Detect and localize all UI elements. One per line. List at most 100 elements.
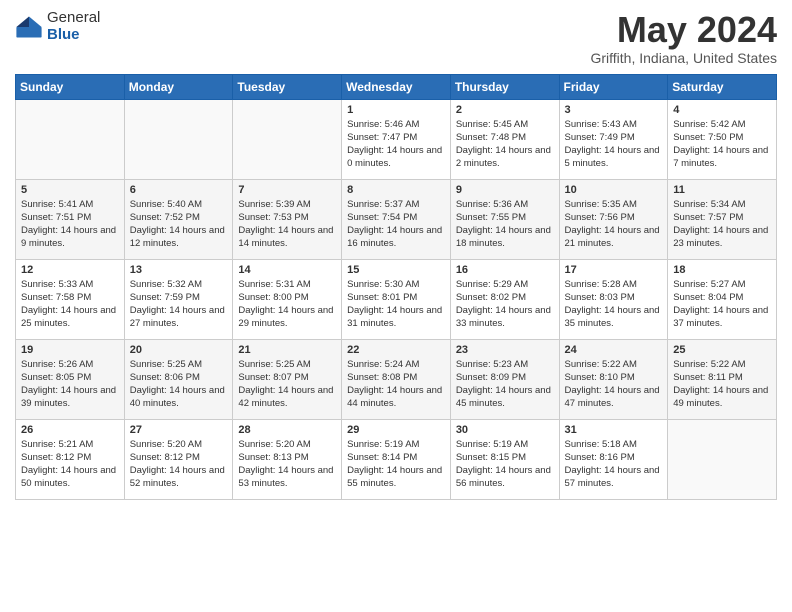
calendar-day-cell: 9Sunrise: 5:36 AMSunset: 7:55 PMDaylight… xyxy=(450,179,559,259)
calendar-day-cell: 20 Sunrise: 5:25 AMSunset: 8:06 PMDayligh… xyxy=(124,339,233,419)
calendar-day-cell: 6Sunrise: 5:40 AMSunset: 7:52 PMDaylight… xyxy=(124,179,233,259)
header-day: Wednesday xyxy=(342,74,451,99)
day-detail: Sunrise: 5:34 AMSunset: 7:57 PMDaylight:… xyxy=(673,198,771,251)
day-detail: Sunrise: 5:27 AMSunset: 8:04 PMDaylight:… xyxy=(673,278,771,331)
day-number: 27 xyxy=(130,424,228,436)
day-number: 3 xyxy=(565,104,663,116)
day-number: 15 xyxy=(347,264,445,276)
calendar-day-cell: 26 Sunrise: 5:21 AMSunset: 8:12 PMDayligh… xyxy=(16,419,125,499)
day-number: 13 xyxy=(130,264,228,276)
day-detail: Sunrise: 5:35 AMSunset: 7:56 PMDaylight:… xyxy=(565,198,663,251)
day-detail: Sunrise: 5:24 AMSunset: 8:08 PMDaylight:… xyxy=(347,358,445,411)
calendar-day-cell xyxy=(124,99,233,179)
calendar-day-cell: 18 Sunrise: 5:27 AMSunset: 8:04 PMDayligh… xyxy=(668,259,777,339)
day-detail: Sunrise: 5:45 AMSunset: 7:48 PMDaylight:… xyxy=(456,118,554,171)
day-detail: Sunrise: 5:33 AMSunset: 7:58 PMDaylight:… xyxy=(21,278,119,331)
calendar-day-cell: 22 Sunrise: 5:24 AMSunset: 8:08 PMDayligh… xyxy=(342,339,451,419)
day-number: 11 xyxy=(673,184,771,196)
day-number: 19 xyxy=(21,344,119,356)
day-number: 5 xyxy=(21,184,119,196)
calendar-day-cell: 17 Sunrise: 5:28 AMSunset: 8:03 PMDayligh… xyxy=(559,259,668,339)
calendar-day-cell: 31 Sunrise: 5:18 AMSunset: 8:16 PMDayligh… xyxy=(559,419,668,499)
calendar-header: SundayMondayTuesdayWednesdayThursdayFrid… xyxy=(16,74,777,99)
day-detail: Sunrise: 5:19 AMSunset: 8:15 PMDaylight:… xyxy=(456,438,554,491)
day-detail: Sunrise: 5:21 AMSunset: 8:12 PMDaylight:… xyxy=(21,438,119,491)
calendar-subtitle: Griffith, Indiana, United States xyxy=(590,50,777,66)
day-detail: Sunrise: 5:37 AMSunset: 7:54 PMDaylight:… xyxy=(347,198,445,251)
day-number: 25 xyxy=(673,344,771,356)
day-number: 4 xyxy=(673,104,771,116)
calendar-day-cell: 7Sunrise: 5:39 AMSunset: 7:53 PMDaylight… xyxy=(233,179,342,259)
day-number: 16 xyxy=(456,264,554,276)
calendar-day-cell xyxy=(668,419,777,499)
calendar-day-cell: 16Sunrise: 5:29 AMSunset: 8:02 PMDayligh… xyxy=(450,259,559,339)
calendar-day-cell: 25Sunrise: 5:22 AMSunset: 8:11 PMDayligh… xyxy=(668,339,777,419)
day-number: 26 xyxy=(21,424,119,436)
calendar-week-row: 5Sunrise: 5:41 AMSunset: 7:51 PMDaylight… xyxy=(16,179,777,259)
calendar-day-cell: 21 Sunrise: 5:25 AMSunset: 8:07 PMDayligh… xyxy=(233,339,342,419)
day-number: 18 xyxy=(673,264,771,276)
day-number: 2 xyxy=(456,104,554,116)
calendar-day-cell: 2 Sunrise: 5:45 AMSunset: 7:48 PMDaylight… xyxy=(450,99,559,179)
logo: General Blue xyxy=(15,10,100,43)
calendar-day-cell: 19 Sunrise: 5:26 AMSunset: 8:05 PMDayligh… xyxy=(16,339,125,419)
day-number: 28 xyxy=(238,424,336,436)
calendar-day-cell: 12Sunrise: 5:33 AMSunset: 7:58 PMDayligh… xyxy=(16,259,125,339)
calendar-week-row: 26 Sunrise: 5:21 AMSunset: 8:12 PMDayligh… xyxy=(16,419,777,499)
day-detail: Sunrise: 5:46 AMSunset: 7:47 PMDaylight:… xyxy=(347,118,445,171)
calendar-day-cell xyxy=(16,99,125,179)
header-day: Tuesday xyxy=(233,74,342,99)
calendar-day-cell: 11 Sunrise: 5:34 AMSunset: 7:57 PMDayligh… xyxy=(668,179,777,259)
calendar-day-cell: 24Sunrise: 5:22 AMSunset: 8:10 PMDayligh… xyxy=(559,339,668,419)
day-number: 29 xyxy=(347,424,445,436)
calendar-day-cell xyxy=(233,99,342,179)
day-detail: Sunrise: 5:39 AMSunset: 7:53 PMDaylight:… xyxy=(238,198,336,251)
day-detail: Sunrise: 5:40 AMSunset: 7:52 PMDaylight:… xyxy=(130,198,228,251)
logo-text: General Blue xyxy=(47,10,100,43)
header-row: SundayMondayTuesdayWednesdayThursdayFrid… xyxy=(16,74,777,99)
calendar-week-row: 19 Sunrise: 5:26 AMSunset: 8:05 PMDayligh… xyxy=(16,339,777,419)
day-number: 22 xyxy=(347,344,445,356)
day-detail: Sunrise: 5:43 AMSunset: 7:49 PMDaylight:… xyxy=(565,118,663,171)
calendar-day-cell: 4 Sunrise: 5:42 AMSunset: 7:50 PMDaylight… xyxy=(668,99,777,179)
header-day: Friday xyxy=(559,74,668,99)
day-detail: Sunrise: 5:19 AMSunset: 8:14 PMDaylight:… xyxy=(347,438,445,491)
day-detail: Sunrise: 5:32 AMSunset: 7:59 PMDaylight:… xyxy=(130,278,228,331)
day-detail: Sunrise: 5:42 AMSunset: 7:50 PMDaylight:… xyxy=(673,118,771,171)
calendar-week-row: 12Sunrise: 5:33 AMSunset: 7:58 PMDayligh… xyxy=(16,259,777,339)
calendar-day-cell: 15 Sunrise: 5:30 AMSunset: 8:01 PMDayligh… xyxy=(342,259,451,339)
day-detail: Sunrise: 5:18 AMSunset: 8:16 PMDaylight:… xyxy=(565,438,663,491)
calendar-day-cell: 29 Sunrise: 5:19 AMSunset: 8:14 PMDayligh… xyxy=(342,419,451,499)
calendar-day-cell: 30 Sunrise: 5:19 AMSunset: 8:15 PMDayligh… xyxy=(450,419,559,499)
calendar-day-cell: 27Sunrise: 5:20 AMSunset: 8:12 PMDayligh… xyxy=(124,419,233,499)
calendar-body: 1Sunrise: 5:46 AMSunset: 7:47 PMDaylight… xyxy=(16,99,777,499)
day-detail: Sunrise: 5:20 AMSunset: 8:13 PMDaylight:… xyxy=(238,438,336,491)
day-number: 14 xyxy=(238,264,336,276)
page-header: General Blue May 2024 Griffith, Indiana,… xyxy=(15,10,777,66)
calendar-day-cell: 13 Sunrise: 5:32 AMSunset: 7:59 PMDayligh… xyxy=(124,259,233,339)
day-detail: Sunrise: 5:25 AMSunset: 8:07 PMDaylight:… xyxy=(238,358,336,411)
calendar-week-row: 1Sunrise: 5:46 AMSunset: 7:47 PMDaylight… xyxy=(16,99,777,179)
day-number: 8 xyxy=(347,184,445,196)
day-number: 30 xyxy=(456,424,554,436)
calendar-day-cell: 23Sunrise: 5:23 AMSunset: 8:09 PMDayligh… xyxy=(450,339,559,419)
calendar-day-cell: 8 Sunrise: 5:37 AMSunset: 7:54 PMDaylight… xyxy=(342,179,451,259)
header-day: Monday xyxy=(124,74,233,99)
calendar-day-cell: 28 Sunrise: 5:20 AMSunset: 8:13 PMDayligh… xyxy=(233,419,342,499)
day-number: 17 xyxy=(565,264,663,276)
title-area: May 2024 Griffith, Indiana, United State… xyxy=(590,10,777,66)
day-number: 21 xyxy=(238,344,336,356)
logo-blue: Blue xyxy=(47,27,100,44)
calendar-title: May 2024 xyxy=(590,10,777,50)
header-day: Sunday xyxy=(16,74,125,99)
day-detail: Sunrise: 5:30 AMSunset: 8:01 PMDaylight:… xyxy=(347,278,445,331)
day-number: 24 xyxy=(565,344,663,356)
day-number: 31 xyxy=(565,424,663,436)
calendar-table: SundayMondayTuesdayWednesdayThursdayFrid… xyxy=(15,74,777,500)
day-detail: Sunrise: 5:26 AMSunset: 8:05 PMDaylight:… xyxy=(21,358,119,411)
day-detail: Sunrise: 5:25 AMSunset: 8:06 PMDaylight:… xyxy=(130,358,228,411)
calendar-day-cell: 1Sunrise: 5:46 AMSunset: 7:47 PMDaylight… xyxy=(342,99,451,179)
day-detail: Sunrise: 5:31 AMSunset: 8:00 PMDaylight:… xyxy=(238,278,336,331)
day-detail: Sunrise: 5:28 AMSunset: 8:03 PMDaylight:… xyxy=(565,278,663,331)
day-number: 20 xyxy=(130,344,228,356)
